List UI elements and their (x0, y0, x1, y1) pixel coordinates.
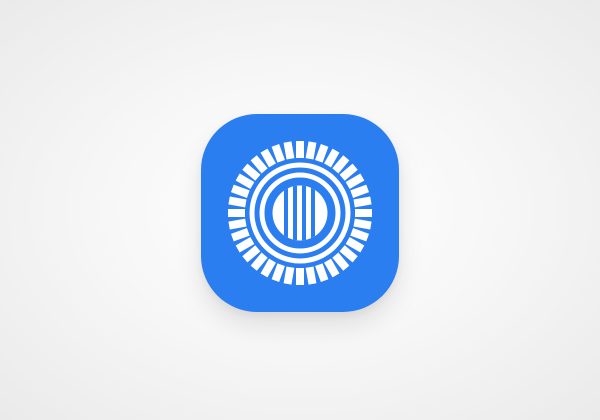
sunburst-ray (305, 141, 317, 160)
sunburst-ray (283, 266, 295, 285)
sunburst-ray (296, 141, 304, 158)
logo-stripe-gap (284, 185, 288, 241)
sunburst-ray (228, 209, 245, 217)
app-icon[interactable] (201, 114, 399, 312)
logo-stripe-gap (302, 185, 306, 241)
sunburst-ray (353, 196, 372, 208)
sunburst-ray (296, 268, 304, 285)
logo-stripe-gap (311, 185, 315, 241)
sunburst-ray (353, 218, 372, 230)
page: { "app_icon": { "icon": "prezi-logo-icon… (0, 0, 600, 420)
sunburst-ray (355, 209, 372, 217)
sunburst-ray (305, 266, 317, 285)
sunburst-ray (228, 196, 247, 208)
prezi-logo-icon (228, 141, 372, 285)
logo-core (272, 185, 328, 241)
logo-stripe-gap (293, 185, 297, 241)
sunburst-ray (228, 218, 247, 230)
sunburst-ray (283, 141, 295, 160)
